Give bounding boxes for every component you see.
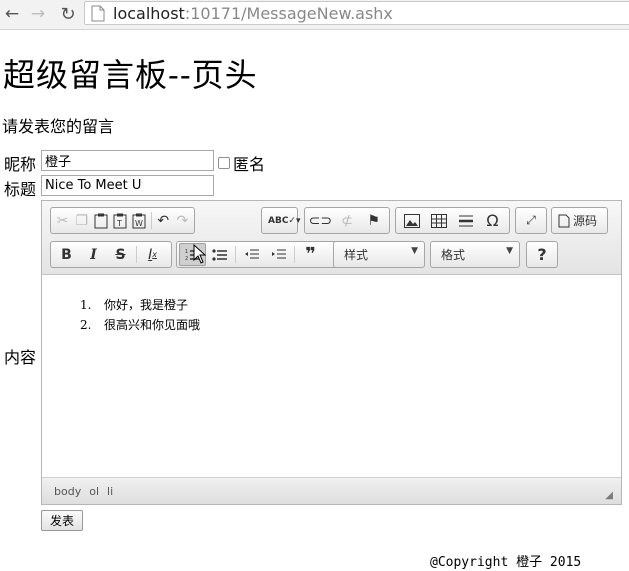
chevron-down-icon: ▼ xyxy=(506,246,513,256)
cut-icon[interactable]: ✂ xyxy=(53,209,72,232)
source-button[interactable]: 源码 xyxy=(554,209,601,232)
svg-text:2: 2 xyxy=(185,256,188,262)
resize-handle-icon[interactable]: ◢ xyxy=(605,490,613,501)
spellcheck-icon[interactable]: ABC✓▾ xyxy=(264,209,305,232)
nickname-input[interactable] xyxy=(41,150,214,171)
editor-toolbar: ✂ ❐ T W ↶ ↷ ABC✓▾ ⊂⊃ ⊄ ⚑ Ω ⤢ 源码 B I S I … xyxy=(42,201,621,275)
horizontal-rule-icon[interactable] xyxy=(452,209,479,232)
separator xyxy=(294,246,295,263)
italic-icon[interactable]: I xyxy=(80,243,107,266)
paste-icon[interactable] xyxy=(91,209,110,232)
page-icon xyxy=(91,5,105,21)
reload-icon[interactable]: ↻ xyxy=(56,3,80,25)
svg-text:1: 1 xyxy=(185,249,188,255)
maximize-group: ⤢ xyxy=(515,207,547,234)
unlink-icon[interactable]: ⊄ xyxy=(334,209,361,232)
path-item-ol[interactable]: ol xyxy=(89,485,99,498)
url-host: localhost xyxy=(113,3,185,23)
back-arrow-icon[interactable]: ← xyxy=(0,3,24,25)
bold-icon[interactable]: B xyxy=(53,243,80,266)
paste-word-icon[interactable]: W xyxy=(130,209,149,232)
list-number: 2. xyxy=(80,318,92,332)
mouse-cursor-icon xyxy=(193,244,207,264)
copy-icon[interactable]: ❐ xyxy=(72,209,91,232)
chevron-down-icon: ▼ xyxy=(411,246,418,256)
insert-group: Ω xyxy=(395,207,510,234)
basic-style-group: B I S Ix xyxy=(50,241,172,268)
rich-text-editor: ✂ ❐ T W ↶ ↷ ABC✓▾ ⊂⊃ ⊄ ⚑ Ω ⤢ 源码 B I S I … xyxy=(41,200,622,505)
remove-format-icon[interactable]: Ix xyxy=(139,243,166,266)
title-label: 标题 xyxy=(4,180,37,199)
separator xyxy=(235,246,236,263)
list-item-text: 很高兴和你见面哦 xyxy=(104,318,201,332)
address-bar[interactable]: localhost:10171/MessageNew.ashx xyxy=(84,1,629,25)
indent-icon[interactable] xyxy=(265,243,292,266)
url-path: :10171/MessageNew.ashx xyxy=(184,3,393,23)
spellcheck-group: ABC✓▾ xyxy=(261,207,301,234)
link-group: ⊂⊃ ⊄ ⚑ xyxy=(304,207,390,234)
blockquote-icon[interactable]: ❞ xyxy=(297,243,324,266)
help-group: ? xyxy=(526,241,558,268)
source-label: 源码 xyxy=(573,214,598,228)
title-input[interactable] xyxy=(41,175,214,196)
outdent-icon[interactable] xyxy=(238,243,265,266)
separator xyxy=(150,212,152,229)
editor-content[interactable]: 1. 你好，我是橙子 2. 很高兴和你见面哦 xyxy=(42,276,621,477)
special-char-omega-icon[interactable]: Ω xyxy=(479,209,506,232)
browser-toolbar: ← → ↻ localhost:10171/MessageNew.ashx xyxy=(0,0,629,30)
separator xyxy=(136,246,137,263)
copyright-text: @Copyright 橙子 2015 xyxy=(430,555,582,570)
table-icon[interactable] xyxy=(425,209,452,232)
source-group: 源码 xyxy=(551,207,608,234)
anonymous-option[interactable]: 匿名 xyxy=(218,151,265,175)
anonymous-label: 匿名 xyxy=(233,155,266,174)
format-dropdown-label: 格式 xyxy=(441,248,466,262)
paste-text-icon[interactable]: T xyxy=(111,209,130,232)
svg-text:T: T xyxy=(116,219,122,228)
redo-icon[interactable]: ↷ xyxy=(173,209,192,232)
source-icon xyxy=(558,214,570,227)
help-button[interactable]: ? xyxy=(529,243,555,266)
path-item-body[interactable]: body xyxy=(54,485,81,498)
link-icon[interactable]: ⊂⊃ xyxy=(307,209,334,232)
format-dropdown[interactable]: 格式 ▼ xyxy=(430,241,520,268)
list-item-text: 你好，我是橙子 xyxy=(104,298,189,312)
bulleted-list-icon[interactable] xyxy=(206,243,233,266)
svg-text:W: W xyxy=(135,219,143,228)
submit-button[interactable]: 发表 xyxy=(41,510,83,531)
path-item-li[interactable]: li xyxy=(107,485,113,498)
list-item: 1. 你好，我是橙子 xyxy=(80,295,200,315)
undo-icon[interactable]: ↶ xyxy=(154,209,173,232)
anchor-flag-icon[interactable]: ⚑ xyxy=(360,209,387,232)
list-number: 1. xyxy=(80,298,92,312)
style-dropdown[interactable]: 样式 ▼ xyxy=(333,241,425,268)
content-ordered-list: 1. 你好，我是橙子 2. 很高兴和你见面哦 xyxy=(80,295,200,335)
element-path-bar: body ol li ◢ xyxy=(42,477,621,504)
anonymous-checkbox[interactable] xyxy=(218,157,230,169)
style-dropdown-label: 样式 xyxy=(344,248,369,262)
content-label: 内容 xyxy=(4,348,37,367)
nickname-label: 昵称 xyxy=(4,155,37,174)
maximize-icon[interactable]: ⤢ xyxy=(518,209,544,232)
strikethrough-icon[interactable]: S xyxy=(107,243,134,266)
clipboard-group: ✂ ❐ T W ↶ ↷ xyxy=(50,207,195,234)
forward-arrow-icon[interactable]: → xyxy=(26,3,50,25)
intro-text: 请发表您的留言 xyxy=(2,117,115,136)
list-item: 2. 很高兴和你见面哦 xyxy=(80,315,200,335)
image-icon[interactable] xyxy=(398,209,425,232)
page-title: 超级留言板--页头 xyxy=(3,56,258,94)
